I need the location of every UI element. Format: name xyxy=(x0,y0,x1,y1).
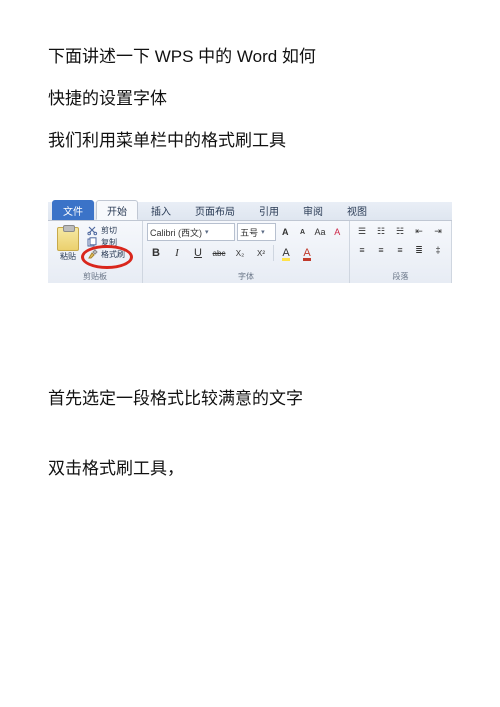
align-center-button[interactable]: ≡ xyxy=(373,242,389,258)
red-circle-annotation xyxy=(81,245,133,269)
align-right-button[interactable]: ≡ xyxy=(392,242,408,258)
bullets-icon: ☰ xyxy=(358,226,366,237)
indent-icon: ⇥ xyxy=(434,226,442,237)
para-4: 双击格式刷工具， xyxy=(48,452,452,486)
ribbon-body: 粘贴 剪切 复制 xyxy=(48,221,452,283)
font-name-value: Calibri (西文) xyxy=(150,226,202,239)
body-text-2: 首先选定一段格式比较满意的文字 双击格式刷工具， xyxy=(48,382,452,486)
spacer xyxy=(48,166,452,202)
highlight-button[interactable]: A xyxy=(277,244,295,262)
bullets-button[interactable]: ☰ xyxy=(354,223,370,239)
paste-icon xyxy=(57,227,79,251)
numbering-icon: ☷ xyxy=(377,226,385,237)
cut-label: 剪切 xyxy=(101,225,117,236)
paste-button[interactable]: 粘贴 xyxy=(52,223,84,262)
group-font-label: 字体 xyxy=(147,270,345,283)
spacer xyxy=(48,282,452,382)
font-color-button[interactable]: A xyxy=(298,244,316,262)
format-painter-button[interactable]: 格式刷 xyxy=(87,249,125,260)
numbering-button[interactable]: ☷ xyxy=(373,223,389,239)
multilevel-icon: ☵ xyxy=(396,226,404,237)
tab-references[interactable]: 引用 xyxy=(248,200,290,220)
wps-ribbon-screenshot: 文件 开始 插入 页面布局 引用 审阅 视图 粘贴 xyxy=(48,202,452,282)
tab-file[interactable]: 文件 xyxy=(52,200,94,220)
group-clipboard-label: 剪贴板 xyxy=(52,270,138,283)
group-font: Calibri (西文)▾ 五号▾ A A Aa A B I U xyxy=(143,221,350,283)
outdent-icon: ⇤ xyxy=(415,226,423,237)
tab-review[interactable]: 审阅 xyxy=(292,200,334,220)
multilevel-button[interactable]: ☵ xyxy=(392,223,408,239)
bold-button[interactable]: B xyxy=(147,244,165,262)
strike-button[interactable]: abc xyxy=(210,244,228,262)
underline-button[interactable]: U xyxy=(189,244,207,262)
indent-dec-button[interactable]: ⇤ xyxy=(411,223,427,239)
document-page: 下面讲述一下 WPS 中的 Word 如何 快捷的设置字体 我们利用菜单栏中的格… xyxy=(0,0,500,707)
tab-insert[interactable]: 插入 xyxy=(140,200,182,220)
tab-start[interactable]: 开始 xyxy=(96,200,138,220)
body-text: 下面讲述一下 WPS 中的 Word 如何 快捷的设置字体 我们利用菜单栏中的格… xyxy=(48,40,452,158)
para-2: 我们利用菜单栏中的格式刷工具 xyxy=(48,124,452,158)
align-justify-button[interactable]: ≣ xyxy=(411,242,427,258)
align-right-icon: ≡ xyxy=(397,245,402,255)
subscript-button[interactable]: X₂ xyxy=(231,244,249,262)
line-spacing-icon: ‡ xyxy=(435,245,440,255)
separator xyxy=(273,245,274,261)
para-1-line-1: 下面讲述一下 WPS 中的 Word 如何 xyxy=(48,40,452,74)
para-3: 首先选定一段格式比较满意的文字 xyxy=(48,382,452,416)
tab-page-layout[interactable]: 页面布局 xyxy=(184,200,246,220)
tab-bar: 文件 开始 插入 页面布局 引用 审阅 视图 xyxy=(48,202,452,221)
superscript-button[interactable]: X² xyxy=(252,244,270,262)
group-paragraph: ☰ ☷ ☵ ⇤ ⇥ ≡ ≡ ≡ ≣ ‡ 段落 xyxy=(350,221,452,283)
align-justify-icon: ≣ xyxy=(415,245,423,256)
line-spacing-button[interactable]: ‡ xyxy=(430,242,446,258)
clear-format-button[interactable]: A xyxy=(330,224,345,240)
shrink-font-button[interactable]: A xyxy=(295,224,310,240)
chevron-down-icon: ▾ xyxy=(205,228,209,236)
indent-inc-button[interactable]: ⇥ xyxy=(430,223,446,239)
align-left-icon: ≡ xyxy=(359,245,364,255)
scissors-icon xyxy=(87,225,98,236)
chevron-down-icon: ▾ xyxy=(261,228,265,236)
grow-font-button[interactable]: A xyxy=(278,224,293,240)
align-center-icon: ≡ xyxy=(378,245,383,255)
italic-button[interactable]: I xyxy=(168,244,186,262)
font-size-value: 五号 xyxy=(240,226,258,239)
font-size-combo[interactable]: 五号▾ xyxy=(237,223,275,241)
paste-label: 粘贴 xyxy=(60,251,76,262)
spacer xyxy=(48,424,452,452)
font-name-combo[interactable]: Calibri (西文)▾ xyxy=(147,223,235,241)
align-left-button[interactable]: ≡ xyxy=(354,242,370,258)
group-clipboard: 粘贴 剪切 复制 xyxy=(48,221,143,283)
change-case-button[interactable]: Aa xyxy=(312,224,327,240)
tab-view[interactable]: 视图 xyxy=(336,200,378,220)
para-1-line-2: 快捷的设置字体 xyxy=(48,82,452,116)
group-paragraph-label: 段落 xyxy=(354,270,447,283)
cut-button[interactable]: 剪切 xyxy=(87,225,125,236)
